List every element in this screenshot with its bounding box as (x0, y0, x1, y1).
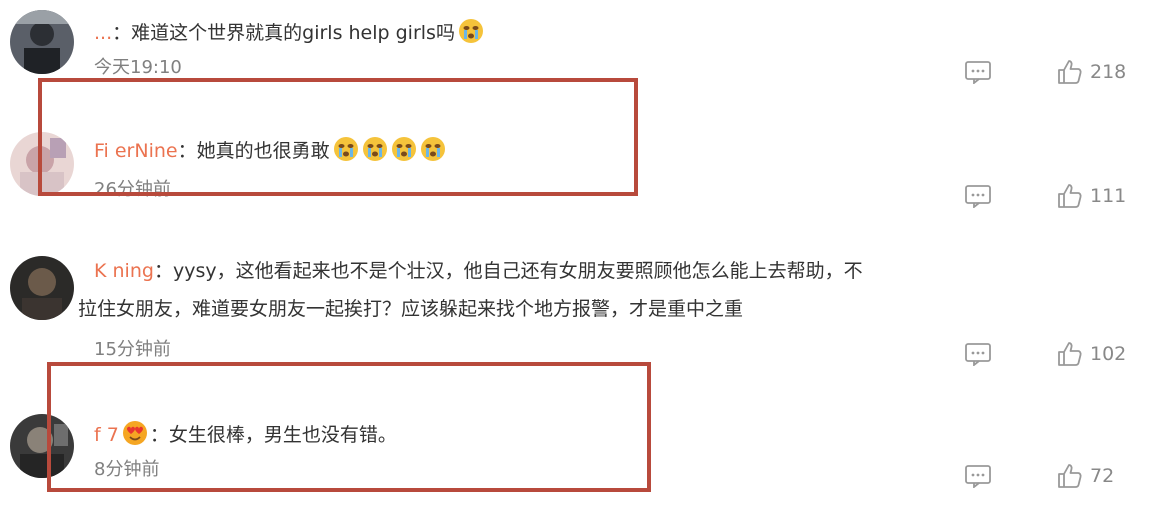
reply-icon[interactable] (964, 342, 992, 366)
username-link[interactable]: ... (94, 22, 112, 44)
reply-icon[interactable] (964, 464, 992, 488)
reply-icon[interactable] (964, 184, 992, 208)
crying-face-icon (458, 18, 484, 44)
user-avatar[interactable] (10, 256, 74, 320)
comment-content: ...：难道这个世界就真的girls help girls吗 (94, 18, 484, 46)
like-button[interactable]: 72 (1056, 462, 1114, 490)
reply-icon[interactable] (964, 60, 992, 84)
highlight-box (38, 78, 638, 196)
highlight-box (47, 362, 651, 492)
like-button[interactable]: 111 (1056, 182, 1126, 210)
thumbs-up-icon (1056, 463, 1082, 489)
like-count: 111 (1090, 185, 1127, 207)
thumbs-up-icon (1056, 183, 1082, 209)
like-count: 218 (1090, 61, 1127, 83)
username-link[interactable]: K ning (94, 260, 154, 282)
comment-timestamp: 今天19:10 (94, 57, 182, 78)
comment-text: 难道这个世界就真的girls help girls吗 (131, 22, 455, 44)
comment-text-continued: 拉住女朋友，难道要女朋友一起挨打？应该躲起来找个地方报警，才是重中之重 (78, 298, 744, 320)
comment-content: K ning：yysy，这他看起来也不是个壮汉，他自己还有女朋友要照顾他怎么能上… (94, 260, 863, 282)
like-button[interactable]: 102 (1056, 340, 1126, 368)
thumbs-up-icon (1056, 59, 1082, 85)
like-button[interactable]: 218 (1056, 58, 1126, 86)
user-avatar[interactable] (10, 10, 74, 74)
like-count: 102 (1090, 343, 1127, 365)
thumbs-up-icon (1056, 341, 1082, 367)
comment-timestamp: 15分钟前 (94, 339, 171, 360)
comment-text: yysy，这他看起来也不是个壮汉，他自己还有女朋友要照顾他怎么能上去帮助，不 (172, 260, 863, 282)
like-count: 72 (1090, 465, 1115, 487)
